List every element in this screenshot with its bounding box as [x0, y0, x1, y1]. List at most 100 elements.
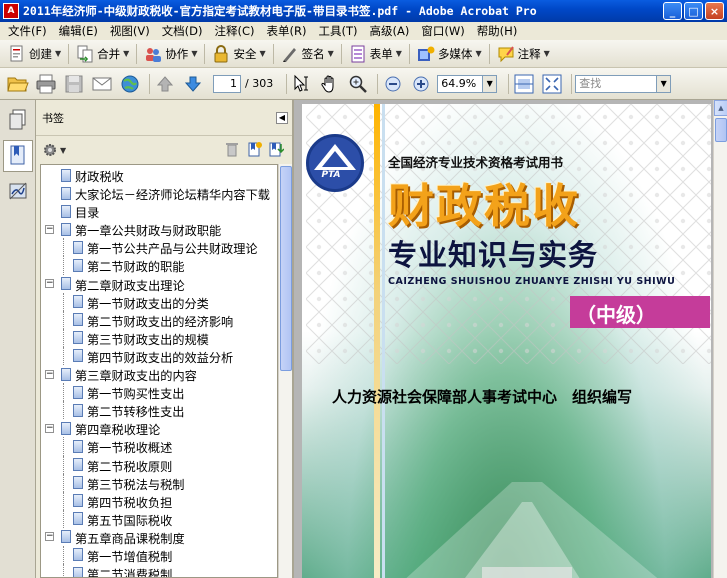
bookmark-label: 第三节税法与税制	[87, 477, 185, 492]
menu-window[interactable]: 窗口(W)	[415, 23, 470, 39]
bookmarks-panel-button[interactable]	[3, 140, 33, 172]
comment-button[interactable]: 注释 ▼	[493, 42, 554, 66]
multimedia-button[interactable]: 多媒体 ▼	[413, 42, 486, 66]
window-controls: _ □ ×	[663, 2, 724, 20]
bookmark-item[interactable]: 第二节财政的职能	[41, 256, 277, 275]
bookmark-item[interactable]: − 第二章财政支出理论	[41, 275, 277, 293]
toolbar-divider	[377, 73, 379, 94]
menu-comments[interactable]: 注释(C)	[209, 23, 261, 39]
fit-page-button[interactable]	[540, 72, 564, 96]
bookmark-item[interactable]: 第二节消费税制	[41, 564, 277, 577]
menu-advanced[interactable]: 高级(A)	[364, 23, 416, 39]
zoom-in-button[interactable]	[409, 72, 433, 96]
search-dropdown-button[interactable]: ▼	[657, 74, 672, 93]
save-button[interactable]	[62, 72, 86, 96]
print-button[interactable]	[34, 72, 58, 96]
bookmark-item[interactable]: 第一节公共产品与公共财政理论	[41, 238, 277, 257]
email-icon	[92, 77, 112, 90]
bookmark-item[interactable]: 第一节税收概述	[41, 437, 277, 456]
tree-guide-line	[63, 491, 64, 510]
sign-label: 签名	[301, 46, 325, 61]
bookmark-label: 第二节税收原则	[87, 459, 173, 474]
fit-page-icon	[542, 74, 562, 93]
bookmark-item[interactable]: 第一节购买性支出	[41, 383, 277, 402]
bookmark-item[interactable]: − 第一章公共财政与财政职能	[41, 220, 277, 238]
collapse-panel-button[interactable]: ◀	[276, 111, 288, 124]
bookmark-item[interactable]: 第四节税收负担	[41, 491, 277, 510]
combine-button[interactable]: 合并 ▼	[72, 42, 133, 66]
menu-forms[interactable]: 表单(R)	[261, 23, 313, 39]
menu-file[interactable]: 文件(F)	[0, 23, 53, 39]
document-scrollbar[interactable]: ▲	[713, 100, 727, 578]
minimize-button[interactable]: _	[663, 2, 682, 20]
bookmark-item[interactable]: 第二节税收原则	[41, 455, 277, 474]
bookmarks-scroll-thumb[interactable]	[280, 166, 292, 371]
hand-icon	[321, 75, 334, 93]
hand-tool-button[interactable]	[318, 72, 342, 96]
bookmark-item[interactable]: − 第四章税收理论	[41, 419, 277, 437]
collaborate-button[interactable]: 协作 ▼	[140, 42, 201, 66]
bookmark-item[interactable]: 大家论坛－经济师论坛精华内容下载	[41, 184, 277, 202]
bookmark-item[interactable]: − 第三章财政支出的内容	[41, 365, 277, 383]
zoom-out-icon	[385, 76, 401, 91]
select-tool-button[interactable]	[290, 72, 314, 96]
toolbar-divider	[149, 73, 150, 94]
document-scroll-thumb[interactable]	[715, 118, 727, 142]
bookmark-item[interactable]: 第二节财政支出的经济影响	[41, 310, 277, 329]
collapse-toggle[interactable]: −	[45, 423, 54, 433]
bookmark-item[interactable]: 第一节增值税制	[41, 545, 277, 565]
search-input[interactable]: 查找	[575, 74, 658, 93]
secure-button[interactable]: 安全 ▼	[208, 42, 269, 66]
bookmark-item[interactable]: 目录	[41, 202, 277, 220]
chevron-down-icon: ▼	[123, 49, 130, 58]
next-page-button[interactable]	[181, 72, 205, 96]
scroll-up-button[interactable]: ▲	[714, 100, 727, 116]
sign-button[interactable]: 签名 ▼	[277, 42, 338, 66]
create-button[interactable]: 创建 ▼	[4, 42, 65, 66]
bookmark-item[interactable]: − 第五章商品课税制度	[41, 528, 277, 546]
collapse-toggle[interactable]: −	[45, 224, 54, 234]
bookmark-item[interactable]: 第五节国际税收	[41, 509, 277, 528]
expand-bookmark-icon[interactable]	[268, 141, 284, 157]
zoom-level-input[interactable]: 64.9%	[437, 74, 484, 93]
trash-icon[interactable]	[224, 141, 240, 157]
menu-tools[interactable]: 工具(T)	[313, 23, 364, 39]
toolbar-divider	[204, 43, 206, 64]
zoom-tool-button[interactable]	[346, 72, 370, 96]
toolbar-divider	[68, 43, 70, 64]
bookmarks-scrollbar[interactable]	[278, 164, 292, 578]
collapse-toggle[interactable]: −	[45, 532, 54, 542]
acrobat-app-icon[interactable]: A	[3, 3, 19, 19]
bookmark-page-icon	[61, 186, 71, 200]
bookmark-item[interactable]: 第二节转移性支出	[41, 401, 277, 420]
collapse-toggle[interactable]: −	[45, 369, 54, 379]
page-number-input[interactable]: 1	[213, 74, 241, 93]
close-button[interactable]: ×	[705, 2, 724, 20]
bookmark-item[interactable]: 第一节财政支出的分类	[41, 292, 277, 311]
combine-files-icon	[77, 45, 93, 62]
pages-panel-button[interactable]	[3, 104, 33, 136]
bookmark-icon	[10, 145, 25, 165]
signatures-panel-button[interactable]	[3, 176, 33, 208]
menu-help[interactable]: 帮助(H)	[471, 23, 524, 39]
zoom-dropdown-button[interactable]: ▼	[483, 74, 498, 93]
maximize-button[interactable]: □	[684, 2, 703, 20]
bookmark-item[interactable]: 第四节财政支出的效益分析	[41, 346, 277, 366]
options-menu-button[interactable]: ▼	[42, 142, 66, 158]
collapse-toggle[interactable]: −	[45, 279, 54, 289]
forms-button[interactable]: 表单 ▼	[345, 42, 406, 66]
email-button[interactable]	[90, 72, 114, 96]
bookmark-item[interactable]: 第三节税法与税制	[41, 473, 277, 492]
menu-document[interactable]: 文档(D)	[156, 23, 209, 39]
open-button[interactable]	[6, 72, 30, 96]
bookmark-item[interactable]: 第三节财政支出的规模	[41, 328, 277, 347]
bookmark-item[interactable]: 财政税收	[41, 166, 277, 184]
previous-page-button[interactable]	[153, 72, 177, 96]
menu-view[interactable]: 视图(V)	[104, 23, 156, 39]
bookmark-label: 第二节财政支出的经济影响	[87, 314, 234, 329]
scrolling-mode-button[interactable]	[512, 72, 536, 96]
new-bookmark-icon[interactable]	[246, 141, 262, 157]
zoom-out-button[interactable]	[381, 72, 405, 96]
menu-edit[interactable]: 编辑(E)	[53, 23, 104, 39]
web-upload-button[interactable]	[118, 72, 142, 96]
